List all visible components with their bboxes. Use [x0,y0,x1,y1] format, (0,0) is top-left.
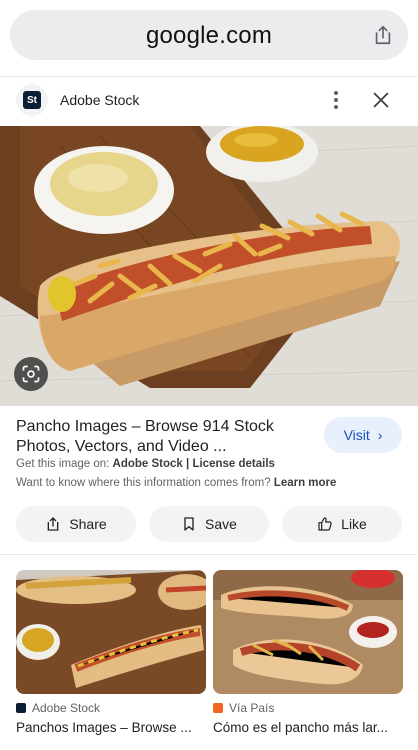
get-image-prefix: Get this image on: [16,458,110,470]
chevron-right-icon: › [377,427,383,443]
related-image-1[interactable] [16,570,206,694]
share-label: Share [69,516,107,532]
url-text[interactable]: google.com [10,22,408,50]
adobe-stock-logo: St [23,91,41,109]
license-details-link[interactable]: License details [192,458,274,470]
related-source-1: Adobe Stock [16,701,100,715]
bookmark-icon [184,517,194,531]
close-icon[interactable] [370,89,392,111]
lens-icon[interactable] [14,357,48,391]
divider [0,554,418,555]
main-image[interactable] [0,126,418,406]
separator: | [186,458,190,470]
related-image-2[interactable] [213,570,403,694]
share-icon [47,517,59,531]
hot-dog-photo [0,126,418,406]
info-line: Want to know where this information come… [16,477,336,489]
related-source-name: Adobe Stock [32,701,101,715]
learn-more-link[interactable]: Learn more [274,477,337,489]
via-pais-logo [213,703,223,713]
source-name[interactable]: Adobe Stock [60,92,139,108]
result-title[interactable]: Pancho Images – Browse 914 Stock Photos,… [16,417,306,457]
info-question: Want to know where this information come… [16,477,271,489]
share-icon[interactable] [372,24,394,46]
divider [0,76,418,77]
save-button[interactable]: Save [149,506,269,542]
related-photo [213,570,403,694]
visit-button[interactable]: Visit › [324,417,402,453]
save-label: Save [205,516,237,532]
adobe-stock-logo [16,703,26,713]
related-title-2[interactable]: Cómo es el pancho más lar... [213,720,403,735]
share-button[interactable]: Share [16,506,136,542]
source-logo[interactable]: St [16,84,48,116]
related-title-1[interactable]: Panchos Images – Browse ... [16,720,206,735]
image-source-line: Get this image on: Adobe Stock | License… [16,458,275,470]
thumbs-up-icon [318,517,332,531]
visit-label: Visit [343,427,370,443]
related-source-2: Vía País [213,701,274,715]
like-label: Like [341,516,367,532]
related-source-name: Vía País [229,701,275,715]
image-source-name[interactable]: Adobe Stock [113,458,183,470]
more-vert-icon[interactable] [326,88,346,112]
address-bar[interactable]: google.com [10,10,408,60]
like-button[interactable]: Like [282,506,402,542]
related-photo [16,570,206,694]
